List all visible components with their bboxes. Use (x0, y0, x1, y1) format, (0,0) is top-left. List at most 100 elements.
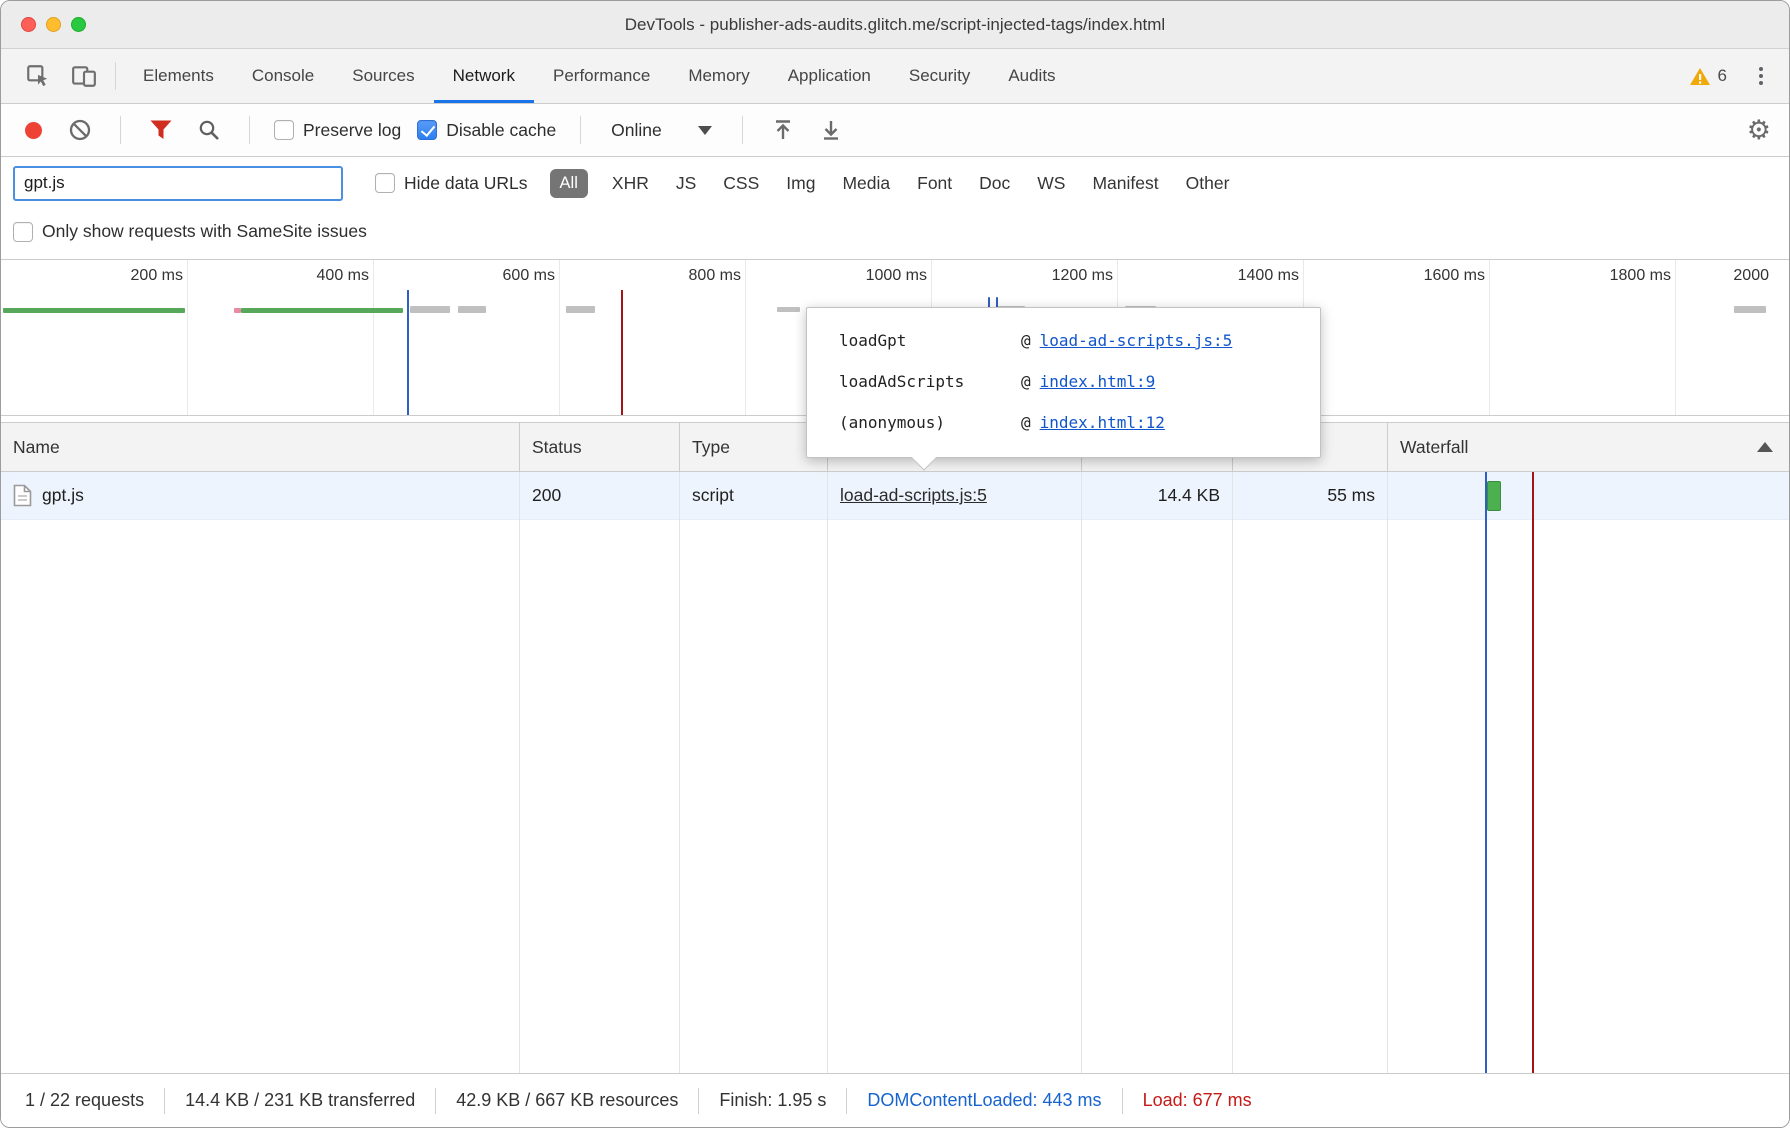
resources-size: 42.9 KB / 667 KB resources (456, 1090, 678, 1111)
transferred-size: 14.4 KB / 231 KB transferred (185, 1090, 415, 1111)
column-header-name[interactable]: Name (1, 423, 520, 471)
table-row[interactable]: gpt.js 200 script load-ad-scripts.js:5 1… (1, 472, 1789, 520)
load-time: Load: 677 ms (1143, 1090, 1252, 1111)
zoom-button[interactable] (71, 17, 86, 32)
waterfall-bar[interactable] (1487, 481, 1501, 511)
column-separator (1232, 472, 1233, 1073)
initiator-stack-tooltip: loadGpt @ load-ad-scripts.js:5 loadAdScr… (806, 307, 1321, 458)
tick-label: 400 ms (189, 267, 369, 285)
tick-label: 1400 ms (1119, 267, 1299, 285)
throttling-select[interactable]: Online (605, 120, 718, 141)
overview-bar (1734, 306, 1766, 313)
initiator-link[interactable]: load-ad-scripts.js:5 (840, 485, 987, 506)
sort-ascending-icon (1757, 442, 1773, 452)
divider (435, 1088, 436, 1114)
tab-security[interactable]: Security (890, 49, 989, 103)
record-button[interactable] (25, 122, 42, 139)
filter-type-js[interactable]: JS (676, 173, 696, 194)
stack-frame: loadAdScripts @ index.html:9 (839, 361, 1320, 402)
overview-bar (234, 308, 241, 313)
request-time-cell: 55 ms (1233, 472, 1388, 519)
load-line (1532, 472, 1534, 1073)
kebab-icon (1759, 67, 1763, 71)
source-link[interactable]: load-ad-scripts.js:5 (1040, 320, 1233, 361)
request-initiator-cell: load-ad-scripts.js:5 (828, 472, 1082, 519)
minimize-button[interactable] (46, 17, 61, 32)
network-toolbar: Preserve log Disable cache Online (1, 104, 1789, 157)
tab-audits[interactable]: Audits (989, 49, 1074, 103)
gridline (1675, 260, 1676, 415)
function-name: (anonymous) (839, 402, 1021, 443)
dcl-line (1485, 472, 1487, 1073)
samesite-label: Only show requests with SameSite issues (42, 221, 367, 242)
filter-type-media[interactable]: Media (842, 173, 890, 194)
settings-button[interactable]: ⚙ (1747, 117, 1771, 144)
clear-button[interactable] (64, 118, 96, 142)
close-button[interactable] (21, 17, 36, 32)
disable-cache-label: Disable cache (446, 120, 556, 141)
filter-type-img[interactable]: Img (786, 173, 815, 194)
tick-label: 1600 ms (1305, 267, 1485, 285)
tab-elements[interactable]: Elements (124, 49, 233, 103)
preserve-log-checkbox[interactable]: Preserve log (274, 120, 401, 141)
tab-console[interactable]: Console (233, 49, 333, 103)
load-line (621, 290, 623, 415)
source-link[interactable]: index.html:9 (1040, 361, 1156, 402)
column-header-waterfall[interactable]: Waterfall (1388, 423, 1789, 471)
filter-input[interactable] (13, 166, 343, 201)
filter-type-font[interactable]: Font (917, 173, 952, 194)
download-icon (819, 118, 843, 142)
divider (164, 1088, 165, 1114)
stack-frame: loadGpt @ load-ad-scripts.js:5 (839, 320, 1320, 361)
throttling-value: Online (611, 120, 662, 141)
filter-type-ws[interactable]: WS (1037, 173, 1065, 194)
tab-sources[interactable]: Sources (333, 49, 433, 103)
tab-network[interactable]: Network (434, 49, 534, 103)
device-toolbar-button[interactable] (61, 49, 107, 103)
hide-data-urls-checkbox[interactable]: Hide data URLs (375, 173, 528, 194)
more-options-button[interactable] (1753, 61, 1769, 91)
warning-icon (1689, 67, 1711, 86)
tick-label: 200 ms (3, 267, 183, 285)
filter-type-css[interactable]: CSS (723, 173, 759, 194)
divider (846, 1088, 847, 1114)
samesite-checkbox[interactable]: Only show requests with SameSite issues (13, 221, 367, 242)
export-har-button[interactable] (767, 118, 799, 142)
tick-label: 1800 ms (1491, 267, 1671, 285)
column-header-status[interactable]: Status (520, 423, 680, 471)
filter-type-all[interactable]: All (550, 169, 588, 198)
tab-memory[interactable]: Memory (669, 49, 768, 103)
search-button[interactable] (193, 118, 225, 142)
tick-label: 800 ms (561, 267, 741, 285)
column-separator (1081, 472, 1082, 1073)
search-icon (197, 118, 221, 142)
divider (742, 116, 743, 144)
domcontentloaded-time: DOMContentLoaded: 443 ms (867, 1090, 1101, 1111)
inspect-element-button[interactable] (15, 49, 61, 103)
warning-count: 6 (1718, 66, 1727, 86)
gridline (187, 260, 188, 415)
filter-type-doc[interactable]: Doc (979, 173, 1010, 194)
inspect-cursor-icon (25, 63, 51, 89)
import-har-button[interactable] (815, 118, 847, 142)
request-waterfall-cell (1388, 472, 1789, 519)
request-name-cell[interactable]: gpt.js (1, 472, 520, 519)
source-link[interactable]: index.html:12 (1040, 402, 1165, 443)
title-bar: DevTools - publisher-ads-audits.glitch.m… (1, 1, 1789, 49)
filter-type-manifest[interactable]: Manifest (1092, 173, 1158, 194)
request-status-cell: 200 (520, 472, 680, 519)
samesite-row: Only show requests with SameSite issues (1, 209, 1789, 254)
requests-table-body: gpt.js 200 script load-ad-scripts.js:5 1… (1, 472, 1789, 1073)
tab-performance[interactable]: Performance (534, 49, 669, 103)
tab-application[interactable]: Application (769, 49, 890, 103)
finish-time: Finish: 1.95 s (719, 1090, 826, 1111)
filter-toggle-button[interactable] (145, 119, 177, 141)
gridline (559, 260, 560, 415)
checkbox-unchecked (274, 120, 294, 140)
overview-bar (566, 306, 595, 313)
filter-type-xhr[interactable]: XHR (612, 173, 649, 194)
disable-cache-checkbox[interactable]: Disable cache (417, 120, 556, 141)
filter-type-other[interactable]: Other (1186, 173, 1230, 194)
document-icon (13, 484, 32, 507)
console-warnings-button[interactable]: 6 (1689, 66, 1727, 86)
